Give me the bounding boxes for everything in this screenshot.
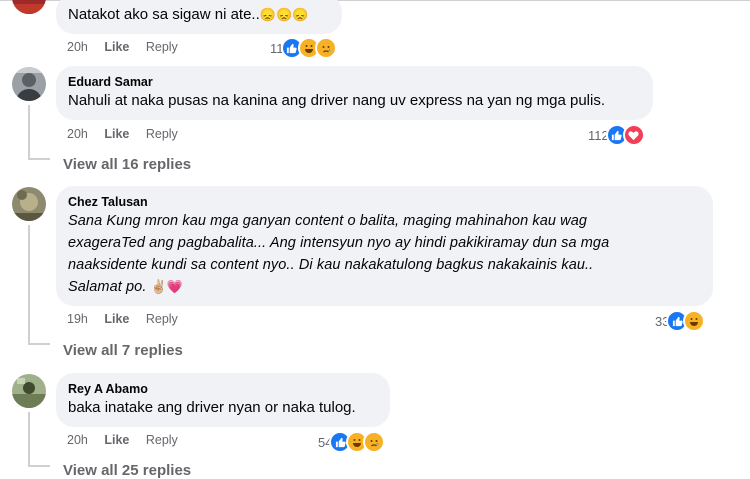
view-replies-link[interactable]: View all 7 replies: [63, 342, 183, 359]
timestamp[interactable]: 19h: [67, 312, 88, 326]
timestamp[interactable]: 20h: [67, 433, 88, 447]
comment-meta: 20h Like Reply: [67, 433, 191, 447]
reply-link[interactable]: Reply: [146, 312, 178, 326]
comment-meta: 20h Like Reply: [67, 40, 191, 54]
comment-author[interactable]: Eduard Samar: [68, 74, 641, 90]
thread-line: [28, 225, 30, 345]
haha-reaction-icon: [683, 310, 706, 332]
like-link[interactable]: Like: [104, 433, 129, 447]
like-link[interactable]: Like: [104, 40, 129, 54]
comment-meta: 19h Like Reply: [67, 312, 191, 326]
comment-text: Natakot ako sa sigaw ni ate..😞😞😞: [68, 4, 330, 26]
like-link[interactable]: Like: [104, 127, 129, 141]
reactions-summary[interactable]: 54: [318, 431, 386, 453]
comment-bubble: Rey A Abamo baka inatake ang driver nyan…: [56, 373, 390, 427]
reply-link[interactable]: Reply: [146, 433, 178, 447]
thread-line: [28, 465, 50, 467]
peace-heart-emojis: ✌🏼💗: [150, 279, 184, 294]
comment-text: Nahuli at naka pusas na kanina ang drive…: [68, 92, 606, 109]
comment-text: baka inatake ang driver nyan or naka tul…: [68, 399, 356, 416]
comment-text-line: naaksidente kundi sa content nyo.. Di ka…: [68, 257, 594, 273]
comment-text-line: Salamat po. ✌🏼💗: [68, 276, 701, 298]
avatar[interactable]: [12, 67, 46, 101]
reactions-summary[interactable]: 11: [270, 37, 337, 59]
view-replies-link[interactable]: View all 16 replies: [63, 156, 191, 173]
sad-face-emojis: 😞😞😞: [259, 7, 309, 22]
comment-text-line: Sana Kung mron kau mga ganyan content o …: [68, 213, 588, 229]
thread-line: [28, 343, 50, 345]
comment-author[interactable]: Rey A Abamo: [68, 381, 378, 397]
avatar[interactable]: [12, 374, 46, 408]
timestamp[interactable]: 20h: [67, 40, 88, 54]
comment-bubble: Eduard Samar Nahuli at naka pusas na kan…: [56, 66, 653, 120]
comment-text-line: exageraTed ang pagbabalita... Ang intens…: [68, 235, 610, 251]
reactions-summary[interactable]: 33: [655, 310, 706, 332]
thread-line: [28, 158, 50, 160]
comment-bubble: Chez Talusan Sana Kung mron kau mga gany…: [56, 186, 713, 306]
sad-reaction-icon: [363, 431, 386, 453]
reactions-summary[interactable]: 112: [588, 124, 645, 146]
comment-meta: 20h Like Reply: [67, 127, 191, 141]
avatar[interactable]: [12, 187, 46, 221]
reply-link[interactable]: Reply: [146, 127, 178, 141]
thread-line: [28, 105, 30, 160]
like-link[interactable]: Like: [104, 312, 129, 326]
avatar[interactable]: [12, 0, 46, 14]
reply-link[interactable]: Reply: [146, 40, 178, 54]
view-replies-link[interactable]: View all 25 replies: [63, 462, 191, 479]
sad-reaction-icon: [314, 37, 337, 59]
comment-bubble: Natakot ako sa sigaw ni ate..😞😞😞: [56, 0, 342, 34]
timestamp[interactable]: 20h: [67, 127, 88, 141]
comment-author[interactable]: Chez Talusan: [68, 194, 701, 210]
thread-line: [28, 412, 30, 467]
love-reaction-icon: [622, 124, 645, 146]
